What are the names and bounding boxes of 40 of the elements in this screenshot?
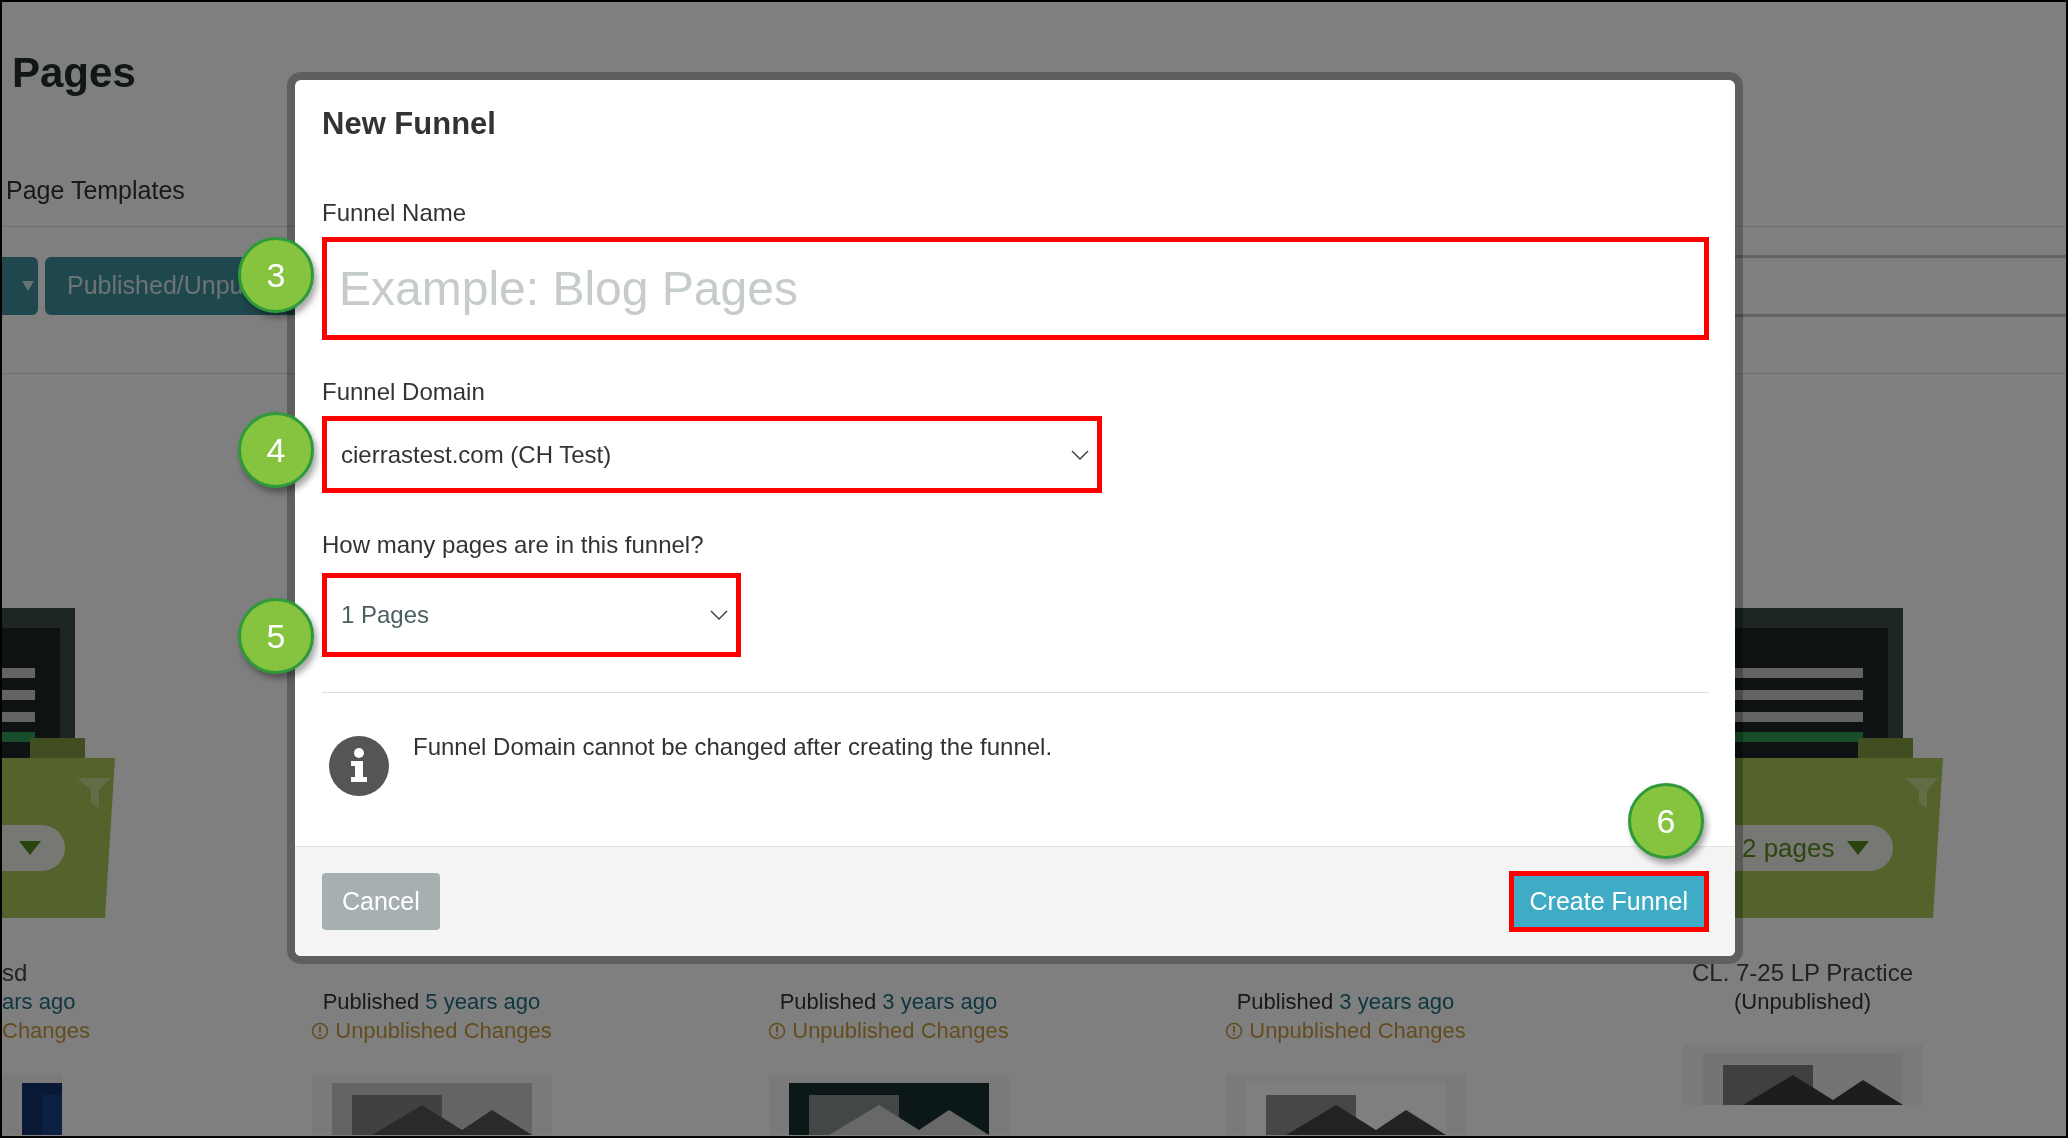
field-label: How many pages are in this funnel? xyxy=(322,531,705,559)
dropdown-field[interactable]: 1 Pages xyxy=(322,573,741,657)
status-text: Published xyxy=(1236,989,1334,1015)
status-text: (Unpublished) xyxy=(1734,989,1871,1015)
page-count-pill[interactable]: 2 pages xyxy=(1734,825,1893,871)
time-link[interactable]: ars ago xyxy=(2,989,76,1015)
status-text: Published xyxy=(779,989,877,1015)
page-title[interactable]: sd xyxy=(2,959,28,987)
time-link[interactable]: 5 years ago xyxy=(425,989,541,1015)
cancel-button[interactable]: Cancel xyxy=(322,873,440,930)
unpublished-changes-text: Unpublished Changes xyxy=(1249,1017,1466,1045)
alert-icon xyxy=(768,1022,787,1040)
alert-icon xyxy=(1225,1022,1244,1040)
dropdown-button[interactable] xyxy=(2,257,38,315)
caret-icon xyxy=(22,281,34,291)
caret-icon xyxy=(1846,841,1869,855)
info-text: Funnel Domain cannot be changed after creating the funnel. xyxy=(413,732,1053,762)
unpublished-changes-text: Unpublished Changes xyxy=(335,1017,552,1045)
field-label: Funnel Name xyxy=(322,199,468,227)
create-funnel-button[interactable]: Create Funnel xyxy=(1508,871,1709,932)
info-icon xyxy=(329,736,389,796)
dropdown-field[interactable]: cierrastest.com (CH Test) xyxy=(322,416,1102,493)
unpublished-changes-text: Unpublished Changes xyxy=(792,1017,1009,1045)
step-number-badge: 5 xyxy=(238,598,314,674)
chevron-down-icon xyxy=(710,610,728,620)
status-text: Published xyxy=(322,989,420,1015)
unpublished-changes-text: Changes xyxy=(2,1017,91,1045)
dialog-title: New Funnel xyxy=(322,106,497,142)
step-number-badge: 4 xyxy=(238,412,314,488)
funnel-name-field[interactable]: Example: Blog Pages xyxy=(322,237,1709,340)
time-link[interactable]: 3 years ago xyxy=(1339,989,1455,1015)
caret-icon xyxy=(19,841,41,855)
alert-icon xyxy=(311,1022,330,1040)
chevron-down-icon xyxy=(1071,449,1089,460)
page-heading: Pages xyxy=(12,48,137,98)
field-label: Funnel Domain xyxy=(322,378,486,406)
page-title[interactable]: CL. 7-25 LP Practice xyxy=(1692,959,1913,987)
step-number-badge: 6 xyxy=(1628,783,1704,859)
time-link[interactable]: 3 years ago xyxy=(882,989,998,1015)
page-templates-tab[interactable]: Page Templates xyxy=(6,174,185,206)
